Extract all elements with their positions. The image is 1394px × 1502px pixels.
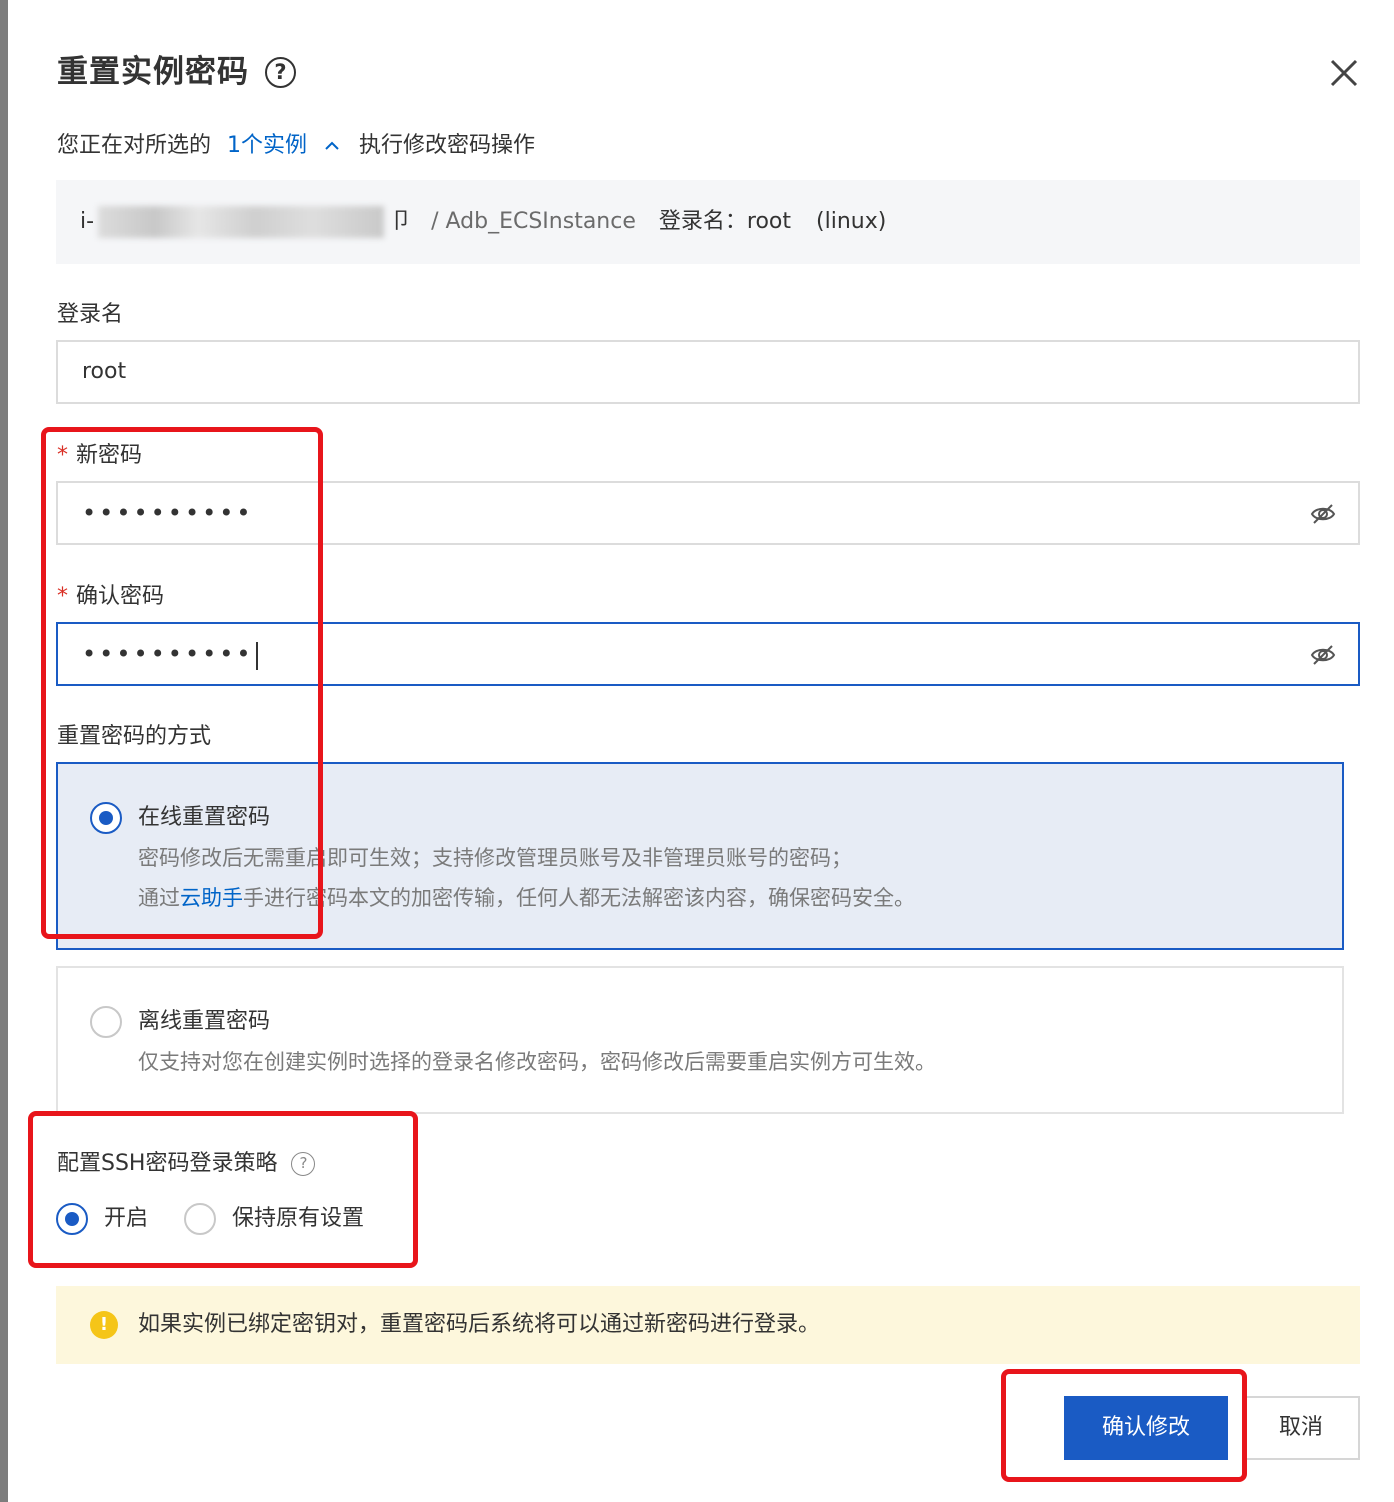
instance-login-label: 登录名： — [658, 209, 747, 234]
required-mark: * — [57, 584, 68, 609]
ssh-policy-label: 配置SSH密码登录策略? — [57, 1149, 316, 1179]
offline-reset-radio[interactable] — [90, 1006, 122, 1038]
instance-name: / Adb_ECSInstance — [431, 209, 636, 234]
login-name-label: 登录名 — [57, 302, 124, 327]
confirm-button[interactable]: 确认修改 — [1064, 1396, 1228, 1460]
instance-id-end: 卩 — [390, 209, 413, 234]
online-reset-desc-2: 通过云助手手进行密码本文的加密传输，任何人都无法解密该内容，确保密码安全。 — [138, 878, 915, 918]
reset-password-dialog: 重置实例密码 ? 您正在对所选的 1个实例 执行修改密码操作 i- 卩 / Adb_E… — [8, 0, 1394, 1502]
online-reset-desc-1: 密码修改后无需重启即可生效；支持修改管理员账号及非管理员账号的密码； — [138, 846, 852, 870]
reset-method-label: 重置密码的方式 — [57, 724, 212, 749]
ssh-enable-label[interactable]: 开启 — [104, 1204, 148, 1234]
confirm-password-value: •••••••••• — [82, 640, 254, 668]
ssh-keep-label[interactable]: 保持原有设置 — [232, 1204, 364, 1234]
summary-suffix: 执行修改密码操作 — [359, 133, 536, 158]
instance-os: (linux) — [816, 209, 887, 234]
ssh-enable-radio[interactable] — [56, 1203, 88, 1235]
login-name-field[interactable]: root — [56, 340, 1360, 404]
new-password-label-text: 新密码 — [76, 443, 143, 468]
confirm-password-label-text: 确认密码 — [76, 584, 165, 609]
summary-prefix: 您正在对所选的 — [57, 133, 212, 158]
warning-alert: ! 如果实例已绑定密钥对，重置密码后系统将可以通过新密码进行登录。 — [56, 1286, 1360, 1364]
text-caret — [255, 642, 258, 670]
chevron-up-icon[interactable] — [325, 141, 339, 151]
annotation-box-ssh — [28, 1111, 418, 1268]
desc2-prefix: 通过 — [138, 886, 180, 910]
ssh-policy-label-text: 配置SSH密码登录策略 — [57, 1151, 278, 1176]
close-icon[interactable] — [1330, 59, 1358, 87]
offline-reset-desc: 仅支持对您在创建实例时选择的登录名修改密码，密码修改后需要重启实例方可生效。 — [138, 1050, 936, 1074]
confirm-password-field[interactable]: •••••••••• — [56, 622, 1360, 686]
new-password-label: * 新密码 — [57, 441, 142, 471]
instance-login-value: root — [746, 209, 792, 234]
instance-id-start: i- — [80, 209, 95, 234]
redacted-instance-id — [98, 206, 385, 238]
selection-summary: 您正在对所选的 1个实例 执行修改密码操作 — [57, 130, 535, 162]
eye-off-icon[interactable] — [1310, 642, 1336, 668]
ssh-policy-help-icon[interactable]: ? — [291, 1152, 316, 1176]
offline-reset-title: 离线重置密码 — [138, 1009, 271, 1034]
desc2-suffix: 手进行密码本文的加密传输，任何人都无法解密该内容，确保密码安全。 — [243, 886, 915, 910]
warning-icon: ! — [90, 1311, 118, 1339]
new-password-field[interactable]: •••••••••• — [56, 481, 1360, 545]
selected-instance-row: i- 卩 / Adb_ECSInstance 登录名：root (linux) — [56, 180, 1360, 264]
reset-option-offline[interactable]: 离线重置密码 仅支持对您在创建实例时选择的登录名修改密码，密码修改后需要重启实例… — [56, 966, 1344, 1114]
instance-count-link[interactable]: 1个实例 — [227, 133, 307, 158]
confirm-password-label: * 确认密码 — [57, 582, 164, 612]
online-reset-radio[interactable] — [90, 802, 122, 834]
dialog-title: 重置实例密码 — [57, 54, 249, 90]
eye-off-icon[interactable] — [1310, 501, 1336, 527]
cloud-assistant-link[interactable]: 云助手 — [180, 886, 243, 910]
reset-option-online[interactable]: 在线重置密码 密码修改后无需重启即可生效；支持修改管理员账号及非管理员账号的密码… — [56, 762, 1344, 950]
warning-text: 如果实例已绑定密钥对，重置密码后系统将可以通过新密码进行登录。 — [138, 1312, 821, 1337]
cancel-button[interactable]: 取消 — [1242, 1396, 1360, 1460]
online-reset-title: 在线重置密码 — [138, 805, 271, 830]
ssh-keep-radio[interactable] — [184, 1203, 216, 1235]
login-name-value: root — [82, 359, 127, 384]
required-mark: * — [57, 443, 68, 468]
title-help-icon[interactable]: ? — [265, 57, 296, 88]
new-password-value: •••••••••• — [82, 499, 254, 527]
